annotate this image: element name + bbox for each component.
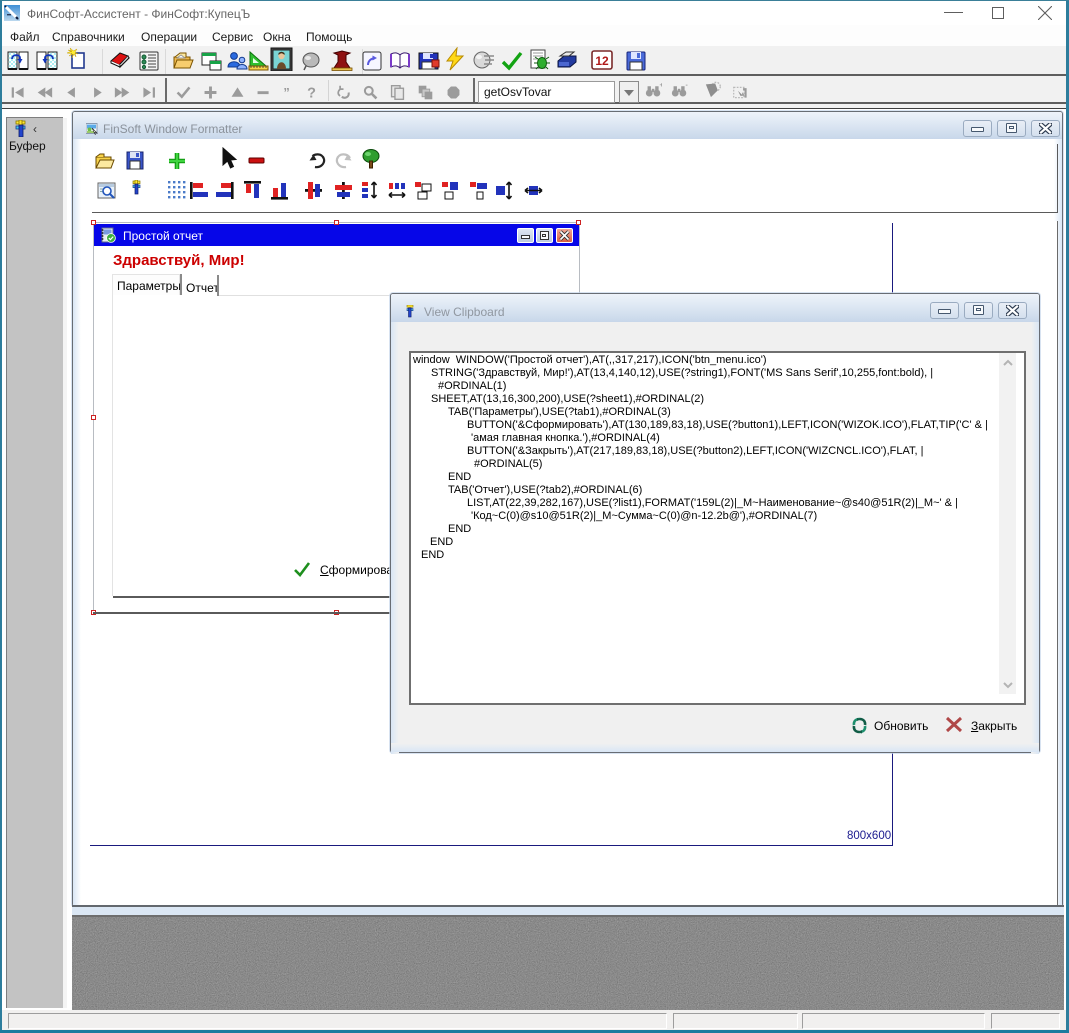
svg-text:”: ” <box>283 85 289 100</box>
svg-text:?: ? <box>307 86 316 101</box>
svg-text:12: 12 <box>595 54 609 68</box>
svg-text:-: - <box>685 82 687 89</box>
svg-text:+: + <box>659 82 662 89</box>
